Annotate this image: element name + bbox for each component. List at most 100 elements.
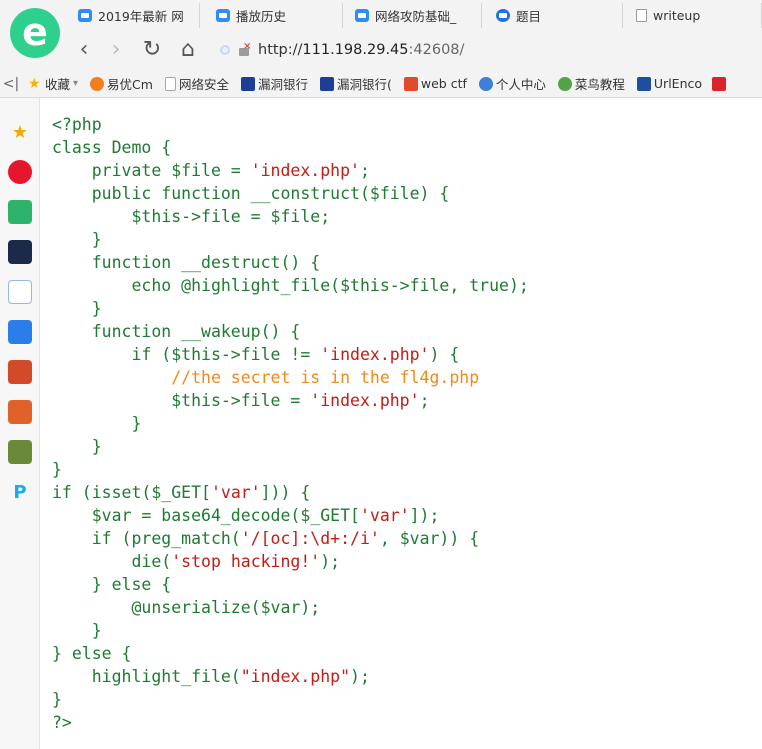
code-token: if (isset($_GET[ (52, 483, 211, 502)
sidebar-toggle-icon[interactable]: <| (0, 76, 22, 92)
code-string: 'stop hacking!' (171, 552, 321, 571)
code-line: function __destruct() { (52, 251, 752, 274)
code-token: $this->file = (52, 391, 311, 410)
code-line: } (52, 619, 752, 642)
bookmark-label: 易优Cm (107, 77, 153, 92)
code-string: 'var' (210, 483, 261, 502)
code-string: 'index.php' (320, 345, 430, 364)
video-site-icon (355, 9, 369, 22)
code-line: if (isset($_GET['var'])) { (52, 481, 752, 504)
tab-label: 2019年最新 网 (98, 9, 184, 24)
code-string: 'index.php' (250, 161, 360, 180)
code-line: } (52, 688, 752, 711)
code-token: } else { (52, 644, 132, 663)
bookmark-web-ctf[interactable]: web ctf (398, 76, 473, 91)
code-line: } else { (52, 573, 752, 596)
code-token: } (52, 230, 102, 249)
code-token: echo @highlight_file($this->file, true); (52, 276, 529, 295)
browser-logo-icon[interactable]: e (10, 8, 60, 58)
mail-icon[interactable] (8, 200, 32, 224)
code-token: function __destruct() { (52, 253, 321, 272)
code-string: 'var' (359, 506, 410, 525)
code-token: } else { (52, 575, 172, 594)
forward-button[interactable]: › (102, 34, 130, 64)
code-line: } (52, 412, 752, 435)
code-line: die('stop hacking!'); (52, 550, 752, 573)
code-token: highlight_file( (52, 667, 241, 686)
home-button[interactable]: ⌂ (174, 34, 202, 64)
tab-label: writeup (653, 8, 701, 23)
video-site-icon (216, 9, 230, 22)
code-token: public function __construct($file) { (52, 184, 450, 203)
code-token: if (preg_match( (52, 529, 241, 548)
bookmarks-bar: <| ★ 收藏 ▾ 易优Cm 网络安全 漏洞银行 漏洞银行( web ctf 个… (0, 70, 762, 97)
bookmark-label: 个人中心 (495, 77, 546, 92)
news-icon[interactable] (8, 240, 32, 264)
forward-arrow-icon: › (111, 36, 121, 62)
game-app-3-icon[interactable] (8, 440, 32, 464)
bookmark-eyoucms[interactable]: 易优Cm (84, 74, 159, 93)
code-token: ) { (429, 345, 460, 364)
address-bar[interactable]: http://111.198.29.45:42608/ (220, 36, 760, 64)
game-app-2-icon[interactable] (8, 400, 32, 424)
code-string: 'index.php' (310, 391, 420, 410)
bookmark-label: UrlEnco (653, 76, 703, 91)
code-line: } else { (52, 642, 752, 665)
video-site-icon (78, 9, 92, 22)
tab-label: 题目 (516, 9, 542, 24)
code-line: if ($this->file != 'index.php') { (52, 343, 752, 366)
code-token: } (52, 460, 62, 479)
php-source-view: <?php class Demo { private $file = 'index… (52, 113, 752, 734)
reload-icon: ↻ (142, 36, 162, 62)
code-line: ?> (52, 711, 752, 734)
notes-icon[interactable] (8, 280, 32, 304)
code-token: ])) { (260, 483, 311, 502)
site-status-icon (220, 45, 230, 55)
code-token: function __wakeup() { (52, 322, 301, 341)
bookmark-vuln-bank-2[interactable]: 漏洞银行( (314, 74, 398, 93)
code-token: class Demo { (52, 138, 172, 157)
browser-chrome: e 2019年最新 网 播放历史 网络攻防基础_ 题目 writeup ‹ › … (0, 0, 762, 98)
tab-network-defense[interactable]: 网络攻防基础_ (347, 3, 482, 28)
code-line: echo @highlight_file($this->file, true); (52, 274, 752, 297)
code-token: private $file = (52, 161, 251, 180)
url-port: :42608/ (408, 42, 465, 58)
code-token: ); (350, 667, 370, 686)
code-token: } (52, 414, 142, 433)
back-button[interactable]: ‹ (70, 34, 98, 64)
bookmark-network-security[interactable]: 网络安全 (159, 74, 235, 93)
favorites-star-icon[interactable]: ★ (8, 120, 32, 144)
insecure-connection-icon[interactable] (238, 41, 251, 56)
code-line: if (preg_match('/[oc]:\d+:/i', $var)) { (52, 527, 752, 550)
p-app-icon[interactable]: P (8, 480, 32, 504)
code-line: $this->file = $file; (52, 205, 752, 228)
tab-video-2019[interactable]: 2019年最新 网 (70, 3, 200, 28)
tab-play-history[interactable]: 播放历史 (208, 3, 343, 28)
bookmark-label: 网络安全 (178, 77, 229, 92)
code-line: } (52, 435, 752, 458)
code-token: @unserialize($var); (52, 598, 321, 617)
bookmark-personal-center[interactable]: 个人中心 (473, 74, 552, 93)
code-line: @unserialize($var); (52, 596, 752, 619)
csdn-icon[interactable] (712, 76, 727, 91)
bookmark-label: 菜鸟教程 (574, 77, 625, 92)
game-app-1-icon[interactable] (8, 360, 32, 384)
tab-writeup[interactable]: writeup (628, 3, 762, 28)
bookmark-vuln-bank[interactable]: 漏洞银行 (235, 74, 314, 93)
code-token: $var = base64_decode($_GET[ (52, 506, 360, 525)
code-line: <?php (52, 113, 752, 136)
bookmark-favorites[interactable]: ★ 收藏 ▾ (22, 74, 84, 93)
code-string: "index.php" (240, 667, 351, 686)
reload-button[interactable]: ↻ (138, 34, 166, 64)
weibo-icon[interactable] (8, 160, 32, 184)
bank-icon (319, 76, 334, 91)
bookmark-label: 收藏 (45, 77, 71, 92)
runoob-icon (557, 76, 572, 91)
tab-label: 播放历史 (236, 9, 287, 24)
bookmark-runoob[interactable]: 菜鸟教程 (552, 74, 631, 93)
bookmark-urlencode[interactable]: UrlEnco (631, 76, 708, 91)
chat-icon[interactable] (8, 320, 32, 344)
document-icon (636, 9, 647, 22)
tab-challenge[interactable]: 题目 (488, 3, 623, 28)
bookmark-label: 漏洞银行( (336, 77, 392, 92)
